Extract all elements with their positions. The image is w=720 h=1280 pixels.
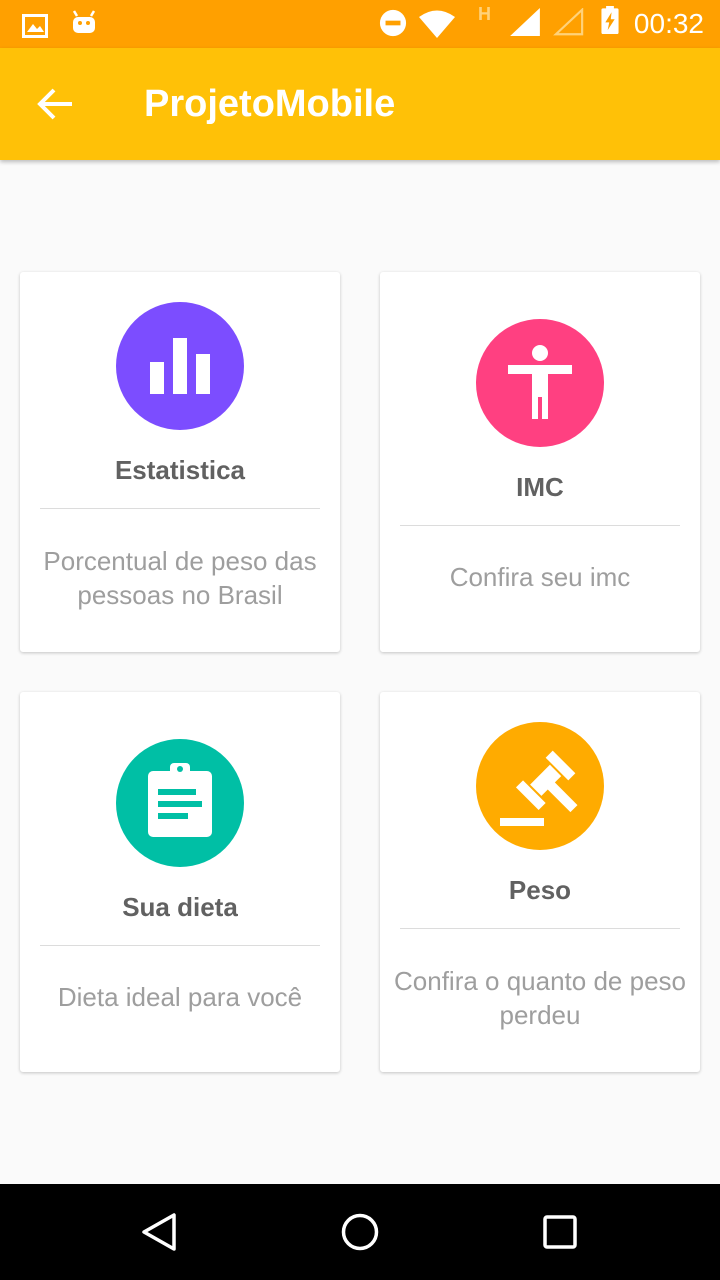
image-icon — [22, 14, 48, 38]
status-time: 00:32 — [633, 8, 704, 39]
clipboard-icon — [116, 739, 244, 867]
divider — [400, 928, 680, 929]
app-bar: ProjetoMobile — [0, 48, 720, 160]
recents-square-icon[interactable] — [536, 1208, 584, 1256]
battery-charging-icon — [601, 6, 619, 34]
divider — [400, 525, 680, 526]
app-title: ProjetoMobile — [144, 83, 396, 125]
status-bar: H 00:32 — [0, 0, 720, 48]
signal-icon — [510, 8, 540, 36]
gavel-icon — [476, 722, 604, 850]
card-description: Confira o quanto de peso perdeu — [394, 966, 686, 1030]
back-triangle-icon[interactable] — [136, 1208, 184, 1256]
signal-empty-icon — [553, 8, 584, 36]
bar-chart-icon — [116, 302, 244, 430]
arrow-back-icon[interactable] — [28, 76, 84, 132]
card-estatistica[interactable]: Estatistica Porcentual de peso das pesso… — [20, 272, 340, 652]
card-peso[interactable]: Peso Confira o quanto de peso perdeu — [380, 692, 700, 1072]
person-icon — [476, 319, 604, 447]
card-title: Estatistica — [114, 455, 246, 485]
wifi-icon — [419, 10, 455, 38]
android-icon — [72, 10, 96, 33]
card-description: Dieta ideal para você — [57, 982, 303, 1012]
divider — [40, 508, 320, 509]
divider — [40, 945, 320, 946]
card-description: Porcentual de peso das pessoas no Brasil — [43, 546, 317, 610]
card-title: Sua dieta — [122, 892, 238, 922]
card-title: IMC — [516, 472, 564, 502]
card-title: Peso — [508, 875, 572, 905]
card-imc[interactable]: IMC Confira seu imc — [380, 272, 700, 652]
navigation-bar — [0, 1184, 720, 1280]
card-description: Confira seu imc — [449, 562, 631, 592]
card-sua-dieta[interactable]: Sua dieta Dieta ideal para você — [20, 692, 340, 1072]
home-circle-icon[interactable] — [336, 1208, 384, 1256]
do-not-disturb-icon — [379, 9, 407, 37]
h-network-icon: H — [478, 4, 491, 24]
